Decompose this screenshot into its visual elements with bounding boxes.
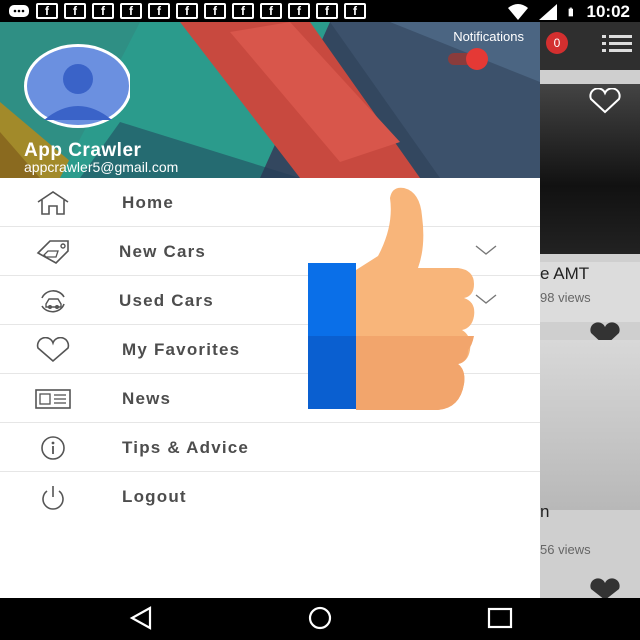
facebook-icon: f: [288, 3, 310, 19]
message-icon: [9, 5, 29, 17]
notifications-toggle[interactable]: [446, 48, 498, 70]
back-icon[interactable]: [126, 606, 156, 630]
facebook-icon: f: [204, 3, 226, 19]
facebook-icon: f: [232, 3, 254, 19]
background-app: 0 e AMT 98 views n 56 views: [540, 22, 640, 598]
car-refresh-icon: [41, 290, 65, 313]
menu-item-label: Home: [122, 193, 175, 212]
facebook-icon: f: [36, 3, 58, 19]
notifications-label: Notifications: [453, 29, 524, 44]
car-photo[interactable]: [540, 340, 640, 510]
power-icon: [42, 486, 64, 510]
toggle-knob: [466, 48, 488, 70]
newspaper-icon: [35, 389, 71, 409]
system-nav-bar: [0, 598, 640, 640]
signal-icon: [538, 4, 557, 20]
facebook-icon: f: [148, 3, 170, 19]
menu-item-label: My Favorites: [122, 340, 241, 359]
recents-icon[interactable]: [485, 606, 515, 630]
car-tag-icon: [36, 240, 69, 264]
app-toolbar: 0: [540, 22, 640, 70]
facebook-icon: f: [92, 3, 114, 19]
car-title[interactable]: n: [540, 502, 549, 522]
avatar[interactable]: [22, 40, 130, 128]
info-icon: [41, 436, 65, 460]
home-circle-icon[interactable]: [305, 606, 335, 630]
status-bar: f f f f f f f f f f f f 10:02: [0, 0, 640, 22]
menu-item-logout[interactable]: Logout: [0, 472, 540, 520]
menu-item-label: News: [122, 389, 172, 408]
car-views: 56 views: [540, 542, 591, 557]
battery-icon: [568, 7, 573, 17]
drawer-header: App Crawler appcrawler5@gmail.com Notifi…: [0, 22, 540, 178]
menu-item-tips-advice[interactable]: Tips & Advice: [0, 423, 540, 472]
clock: 10:02: [586, 2, 630, 21]
menu-item-label: Tips & Advice: [122, 438, 250, 457]
menu-item-label: Used Cars: [119, 291, 214, 310]
heart-outline-icon[interactable]: [588, 578, 622, 598]
facebook-icon: f: [64, 3, 86, 19]
thumbs-up-icon: [308, 187, 475, 410]
home-icon: [37, 191, 69, 215]
wifi-icon: [507, 4, 528, 20]
notification-icons: f f f f f f f f f f f f: [8, 3, 366, 21]
facebook-icon: f: [344, 3, 366, 19]
car-views: 98 views: [540, 290, 591, 305]
user-email: appcrawler5@gmail.com: [24, 159, 179, 175]
facebook-icon: f: [176, 3, 198, 19]
list-view-icon[interactable]: [602, 34, 632, 54]
heart-outline-icon[interactable]: [588, 88, 622, 114]
menu-item-label: Logout: [122, 487, 187, 506]
facebook-icon: f: [316, 3, 338, 19]
facebook-icon: f: [120, 3, 142, 19]
notification-badge[interactable]: 0: [546, 32, 568, 54]
facebook-icon: f: [260, 3, 282, 19]
menu-item-label: New Cars: [119, 242, 207, 261]
car-title[interactable]: e AMT: [540, 264, 589, 284]
heart-icon: [36, 337, 70, 363]
